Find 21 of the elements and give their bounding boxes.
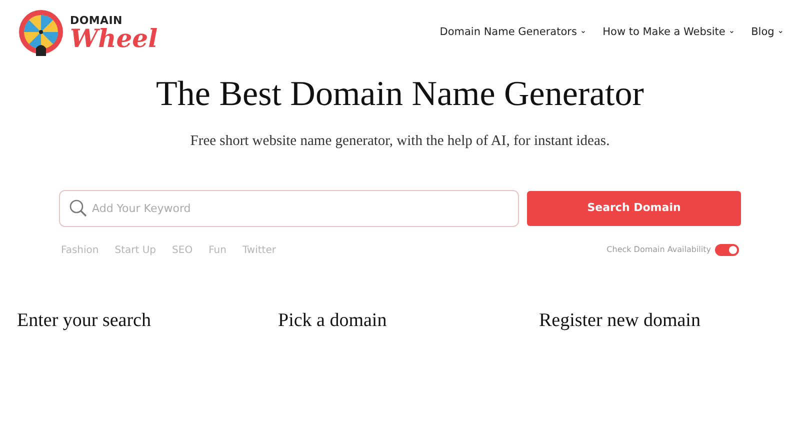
keyword-tag-link[interactable]: SEO — [172, 242, 193, 258]
step-heading: Pick a domain — [278, 310, 388, 333]
nav-link[interactable]: Blog $^{⌄}$ — [751, 24, 784, 40]
keyword-tag-link[interactable]: Start Up — [114, 242, 156, 258]
search-domain-button[interactable]: Search Domain — [527, 190, 741, 226]
step-heading: Enter your search — [17, 310, 152, 333]
keyword-tag-link[interactable]: Fashion — [61, 242, 99, 258]
page-title: The Best Domain Name Generator — [156, 73, 644, 115]
availability-toggle[interactable] — [715, 244, 739, 256]
nav-link[interactable]: How to Make a Website $^{⌄}$ — [602, 24, 736, 40]
logo-icon — [16, 8, 66, 58]
step-heading: Register new domain — [539, 310, 702, 333]
keyword-field[interactable]: Add Your Keyword — [59, 190, 519, 227]
availability-label: Check Domain Availability — [606, 244, 711, 256]
nav-link[interactable]: Domain Name Generators $^{⌄}$ — [440, 24, 587, 40]
logo-script-text: Wheel — [70, 26, 158, 50]
logo-text: DOMAIN — [70, 14, 124, 26]
keyword-tag-link[interactable]: Twitter — [242, 242, 276, 258]
page-subtitle: Free short website name generator, with the help of AI, for instant ideas. — [190, 132, 610, 151]
keyword-tag-link[interactable]: Fun — [208, 242, 226, 258]
search-icon — [69, 198, 87, 217]
